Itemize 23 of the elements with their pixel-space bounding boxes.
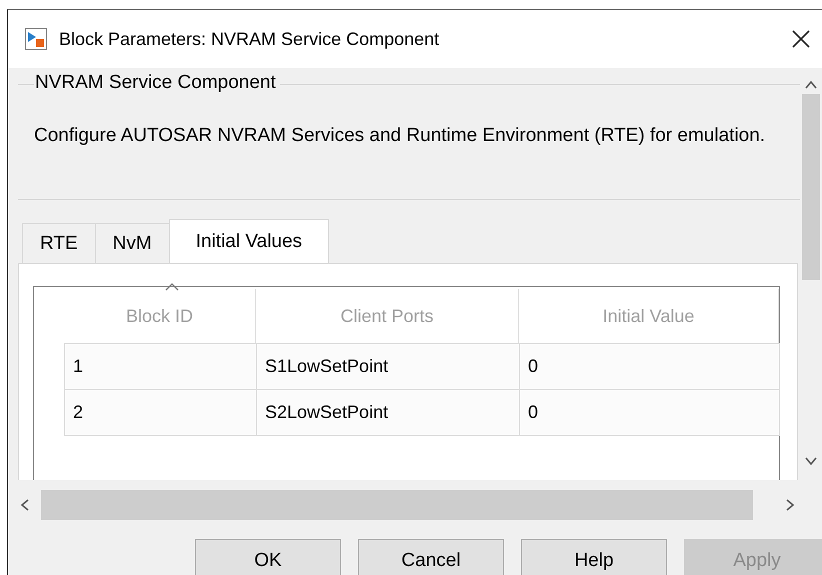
table-cell: 0 <box>519 343 780 390</box>
dialog-button[interactable]: OK <box>195 539 341 575</box>
table-cell: 1 <box>64 343 257 390</box>
scroll-up-icon[interactable] <box>804 80 818 90</box>
tab[interactable]: Initial Values <box>168 219 330 263</box>
scrollbar-thumb[interactable] <box>41 490 753 520</box>
scroll-down-icon[interactable] <box>804 456 818 466</box>
scroll-right-icon[interactable] <box>785 498 795 512</box>
app-icon <box>25 28 47 50</box>
dialog-button[interactable]: Cancel <box>358 539 504 575</box>
close-button[interactable] <box>790 28 812 50</box>
table-cell: 0 <box>519 389 780 436</box>
scroll-left-icon[interactable] <box>20 498 30 512</box>
dialog-button[interactable]: Help <box>521 539 667 575</box>
table-cell: 2 <box>64 389 257 436</box>
description-text: Configure AUTOSAR NVRAM Services and Runtime Environment (RTE) for emulation. <box>33 124 766 148</box>
table-cell: S2LowSetPoint <box>256 389 520 436</box>
window-title: Block Parameters: NVRAM Service Component <box>59 28 440 50</box>
group-title: NVRAM Service Component <box>34 72 280 94</box>
tab[interactable]: RTE <box>22 223 96 263</box>
table-cell: S1LowSetPoint <box>256 343 520 390</box>
sort-caret-icon <box>165 283 179 291</box>
scrollbar-thumb[interactable] <box>802 94 820 280</box>
